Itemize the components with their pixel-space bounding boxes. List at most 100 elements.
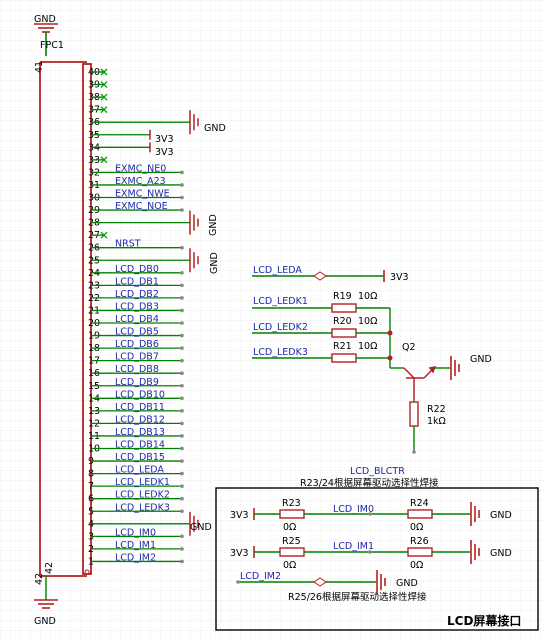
net-end-dot: [180, 321, 184, 325]
net-end-dot: [180, 459, 184, 463]
resistor-r22: [409, 401, 419, 427]
row2-gnd-label: GND: [490, 548, 512, 559]
pin-net-label: EXMC_NE0: [115, 163, 166, 174]
gnd-bottom-label: GND: [34, 616, 56, 627]
net-end-dot: [180, 333, 184, 338]
pin-net-label: LCD_DB7: [115, 352, 159, 363]
net-end-dot: [180, 170, 184, 175]
pin-net-label: LCD_DB14: [115, 440, 165, 451]
pin-net-label: LCD_DB4: [115, 314, 159, 325]
v33-label-pin35: 3V3: [155, 134, 174, 145]
schematic-canvas: GND FPC1 41 42 42 GND 403938373635343332…: [0, 0, 546, 639]
net-end-dot: [180, 383, 184, 388]
net-lcd-im2: LCD_IM2: [240, 571, 281, 582]
r24-value: 0Ω: [410, 522, 423, 533]
pin-net-label: EXMC_NWE: [115, 189, 170, 200]
pin-net-label: LCD_LEDK3: [115, 502, 170, 513]
pin-net-label: LCD_DB3: [115, 301, 159, 312]
pin-net-label: LCD_DB0: [115, 264, 159, 275]
gnd-label-pin28: GND: [208, 214, 219, 236]
pin-net-label: LCD_LEDK2: [115, 490, 170, 501]
r22-designator: R22: [427, 404, 446, 415]
net-end-dot: [180, 484, 184, 488]
pin-42-right-label: 42: [44, 562, 55, 574]
r19-value: 10Ω: [358, 291, 377, 302]
pin-net-label: LCD_DB13: [115, 427, 165, 438]
r22-value: 1kΩ: [427, 416, 446, 427]
r20-value: 10Ω: [358, 316, 377, 327]
gnd-label-pin36: GND: [204, 123, 226, 134]
r26-value: 0Ω: [410, 560, 423, 571]
pin-net-label: LCD_IM0: [115, 527, 156, 538]
r24-designator: R24: [410, 498, 429, 509]
net-end-dot: [180, 434, 184, 438]
net-lcd-ledk3: LCD_LEDK3: [253, 347, 308, 358]
net-end-dot: [180, 308, 184, 313]
resistor-r20: [331, 328, 357, 338]
pin-net-label: LCD_LEDA: [115, 465, 164, 476]
net-end-dot: [180, 271, 184, 275]
gnd-label-pin4: GND: [190, 522, 212, 533]
pin-net-label: LCD_DB9: [115, 377, 159, 388]
im2-gnd-label: GND: [396, 578, 418, 589]
v33-label-pin34: 3V3: [155, 147, 174, 158]
pin-41-label: 41: [34, 61, 45, 73]
pin-net-label: LCD_DB11: [115, 402, 165, 413]
resistor-r25: [279, 547, 305, 557]
r19-designator: R19: [333, 291, 352, 302]
net-im1-row: LCD_IM1: [333, 541, 374, 552]
net-end-dot: [180, 371, 184, 376]
net-end-dot: [180, 421, 184, 426]
row2-3v3-label: 3V3: [230, 548, 249, 559]
pin-net-label: LCD_DB1: [115, 276, 159, 287]
net-end-dot: [180, 195, 184, 200]
pin-net-label: LCD_DB2: [115, 289, 159, 300]
r25-value: 0Ω: [283, 560, 296, 571]
pin-net-label: LCD_DB10: [115, 389, 165, 400]
section-title: LCD屏幕接口: [447, 613, 521, 628]
r26-designator: R26: [410, 536, 429, 547]
resistor-r19: [331, 303, 357, 313]
net-lcd-leda: LCD_LEDA: [253, 265, 302, 276]
pin-net-label: LCD_IM1: [115, 540, 156, 551]
q2-gnd-label: GND: [470, 354, 492, 365]
net-end-dot: [180, 296, 184, 300]
q2-designator: Q2: [402, 342, 416, 353]
row1-3v3-label: 3V3: [230, 510, 249, 521]
net-end-dot: [180, 183, 184, 187]
r21-value: 10Ω: [358, 341, 377, 352]
leda-3v3-label: 3V3: [390, 272, 409, 283]
pin-net-label: LCD_DB6: [115, 339, 159, 350]
net-lcd-ledk1: LCD_LEDK1: [253, 296, 308, 307]
row1-gnd-label: GND: [490, 510, 512, 521]
net-end-dot: [180, 358, 184, 363]
net-end-dot: [180, 547, 184, 551]
net-end-dot: [180, 446, 184, 451]
pin-net-label: LCD_DB15: [115, 452, 165, 463]
net-end-dot: [180, 559, 184, 564]
net-end-dot: [180, 471, 184, 476]
note-r25-r26: R25/26根据屏幕驱动选择性焊接: [288, 591, 427, 603]
grid-background: [0, 0, 546, 639]
gnd-top-label: GND: [34, 14, 56, 25]
net-end-dot: [180, 409, 184, 413]
net-lcd-blctr: LCD_BLCTR: [350, 466, 405, 477]
pin-net-label: LCD_DB12: [115, 414, 165, 425]
pin-net-label: LCD_DB5: [115, 327, 159, 338]
fpc1-designator: FPC1: [40, 40, 64, 51]
resistor-r24: [407, 509, 433, 519]
pin-net-label: LCD_LEDK1: [115, 477, 170, 488]
resistor-r23: [279, 509, 305, 519]
resistor-r21: [331, 353, 357, 363]
note-r23-r24: R23/24根据屏幕驱动选择性焊接: [300, 477, 439, 489]
gnd-label-pin25: GND: [209, 252, 220, 274]
net-im0-row: LCD_IM0: [333, 504, 374, 515]
pin-net-label: LCD_IM2: [115, 552, 156, 563]
resistor-r26: [407, 547, 433, 557]
r20-designator: R20: [333, 316, 352, 327]
r21-designator: R21: [333, 341, 352, 352]
r25-designator: R25: [282, 536, 301, 547]
r23-value: 0Ω: [283, 522, 296, 533]
net-end-dot: [180, 496, 184, 501]
pin-net-label: EXMC_NOE: [115, 201, 168, 212]
